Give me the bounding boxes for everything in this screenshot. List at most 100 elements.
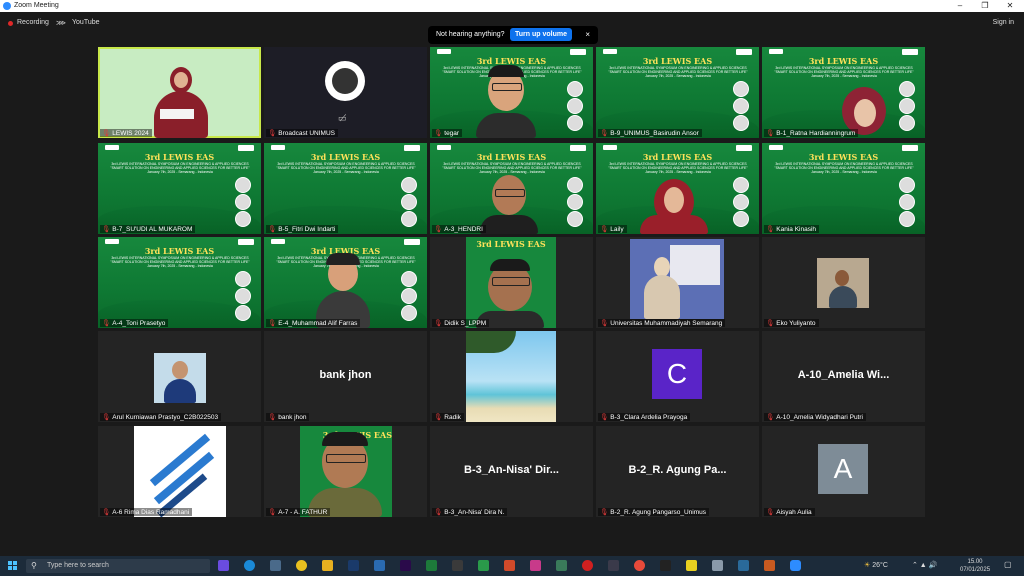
window-title: Zoom Meeting (14, 2, 59, 9)
notice-close-icon[interactable]: × (585, 30, 590, 39)
participant-name: 🎙 B-5_Fitri Dwi Indarti (266, 225, 339, 233)
file-explorer-icon[interactable] (322, 560, 333, 571)
video-grid: 🎙 LEWIS 2024 ▭̸ 🎙 Broadcast UNIMUS 3rd LEW… (98, 47, 926, 521)
youtube-label[interactable]: YouTube (72, 19, 100, 26)
app-icon[interactable] (270, 560, 281, 571)
app-icon[interactable] (374, 560, 385, 571)
edge-icon[interactable] (244, 560, 255, 571)
participant-name: 🎙 E-4_Muhammad Alif Farras (266, 319, 361, 327)
clock-date: 07/01/2025 (960, 567, 991, 573)
app-icon[interactable] (764, 560, 775, 571)
app-icon[interactable] (712, 560, 723, 571)
video-tile[interactable]: 3rd LEWIS EAS 3rd LEWIS INTERNATIONAL SY… (762, 47, 925, 138)
chrome-profile-icon[interactable] (634, 560, 645, 571)
taskbar-search-box[interactable]: ⚲ Type here to search (26, 559, 210, 573)
video-tile[interactable]: 3rd LEWIS EAS 3rd LEWIS INTERNATIONAL SY… (430, 143, 593, 234)
app-icon[interactable] (452, 560, 463, 571)
maximize-icon[interactable]: ❐ (975, 1, 995, 10)
mic-muted-icon: 🎙 (102, 226, 111, 233)
event-title: 3rd LEWIS EAS (144, 246, 215, 256)
video-tile[interactable]: C 🎙 B-3_Clara Ardelia Prayoga (596, 331, 759, 422)
weather-sun-icon: ☀ (864, 562, 871, 569)
participant-name: 🎙 A-3_HENDRI (432, 225, 486, 233)
video-tile[interactable]: bank jhon 🎙 bank jhon (264, 331, 427, 422)
photoshop-icon[interactable] (348, 560, 359, 571)
mic-muted-icon: 🎙 (268, 509, 277, 516)
video-tile[interactable]: 3rd LEWIS EAS 🎙A-7 - A. FATHUR (264, 426, 427, 517)
participant-name: 🎙 LEWIS 2024 (100, 129, 152, 137)
mic-muted-icon: 🎙 (600, 509, 609, 516)
video-tile[interactable]: A-10_Amelia Wi... 🎙 A-10_Amelia Widyadhar… (762, 331, 925, 422)
app-icon[interactable] (608, 560, 619, 571)
recording-dot-icon (8, 21, 13, 26)
video-tile[interactable]: 3rd LEWIS EAS 3rd LEWIS INTERNATIONAL SY… (264, 143, 427, 234)
event-banner-background: 3rd LEWIS EAS 3rd LEWIS INTERNATIONAL SY… (98, 237, 261, 328)
video-tile[interactable]: 🎙 Arul Kurniawan Prastyo_C2B022503 (98, 331, 261, 422)
window-titlebar: Zoom Meeting – ❐ ✕ (0, 0, 1024, 12)
participant-name: 🎙 Kania Kinasih (764, 225, 820, 233)
sticky-notes-icon[interactable] (686, 560, 697, 571)
app-icon[interactable] (556, 560, 567, 571)
app-icon[interactable] (738, 560, 749, 571)
mic-muted-icon: 🎙 (102, 130, 111, 137)
capcut-icon[interactable] (660, 560, 671, 571)
event-banner-background: 3rd LEWIS EAS 3rd LEWIS INTERNATIONAL SY… (762, 47, 925, 138)
premiere-icon[interactable] (400, 560, 411, 571)
mic-muted-icon: 🎙 (434, 130, 443, 137)
mic-muted-icon: 🎙 (268, 320, 277, 327)
excel-icon[interactable] (426, 560, 437, 571)
mic-muted-icon: 🎙 (766, 226, 775, 233)
video-tile[interactable]: 🎙 A-6 Rima Dias Ramadhani (98, 426, 261, 517)
video-tile[interactable]: 3rd LEWIS EAS 3rd LEWIS INTERNATIONAL SY… (596, 143, 759, 234)
video-tile[interactable]: 🎙 Universitas Muhammadiyah Semarang (596, 237, 759, 328)
participant-name: 🎙 Radik (432, 413, 464, 421)
glasses (492, 83, 522, 91)
weather-widget[interactable]: ☀ 26°C (864, 561, 888, 569)
event-title: 3rd LEWIS EAS (808, 152, 879, 162)
windows-start-icon[interactable] (8, 561, 18, 571)
windows-taskbar: ⚲ Type here to search ☀ 26°C ⌃ ▲ 🔊 15.00… (0, 556, 1024, 576)
notification-icon[interactable]: ▢ (1004, 560, 1012, 569)
event-title: 3rd LEWIS EAS (642, 152, 713, 162)
sign-in-link[interactable]: Sign in (993, 19, 1014, 26)
video-tile[interactable]: 3rd LEWIS EAS 3rd LEWIS INTERNATIONAL SY… (596, 47, 759, 138)
powerpoint-icon[interactable] (504, 560, 515, 571)
minimize-icon[interactable]: – (950, 1, 970, 10)
video-tile[interactable]: 🎙 Radik (430, 331, 593, 422)
event-subtitle: 3rd LEWIS INTERNATIONAL SYMPOSIUM ON ENG… (774, 66, 914, 78)
zoom-taskbar-icon[interactable] (790, 560, 801, 571)
recording-label[interactable]: Recording (17, 19, 49, 26)
chrome-icon[interactable] (296, 560, 307, 571)
video-tile[interactable]: 🎙 Eko Yuliyanto (762, 237, 925, 328)
palm-leaves (466, 331, 516, 353)
close-icon[interactable]: ✕ (1000, 1, 1020, 10)
event-title: 3rd LEWIS EAS (642, 56, 713, 66)
participant-name: 🎙 Broadcast UNIMUS (266, 129, 338, 137)
video-tile[interactable]: 3rd LEWIS EAS 3rd LEWIS INTERNATIONAL SY… (98, 143, 261, 234)
turn-up-volume-button[interactable]: Turn up volume (510, 28, 572, 41)
tray-icons[interactable]: ⌃ ▲ 🔊 (912, 561, 937, 569)
app-icon[interactable] (478, 560, 489, 571)
glasses (326, 454, 366, 463)
video-tile[interactable]: B-3_An-Nisa' Dir... 🎙 B-3_An-Nisa' Dira N… (430, 426, 593, 517)
mic-muted-icon: 🎙 (434, 226, 443, 233)
event-title: 3rd LEWIS EAS (144, 152, 215, 162)
opera-icon[interactable] (582, 560, 593, 571)
instagram-icon[interactable] (530, 560, 541, 571)
video-tile[interactable]: 3rd LEWIS EAS 3rd LEWIS INTERNATIONAL SY… (762, 143, 925, 234)
video-tile[interactable]: ▭̸ 🎙 Broadcast UNIMUS (264, 47, 427, 138)
video-tile[interactable]: 3rd LEWIS EAS 3rd LEWIS INTERNATIONAL SY… (264, 237, 427, 328)
video-tile[interactable]: 3rd LEWIS EAS 🎙 Didik S_LPPM (430, 237, 593, 328)
participant-name: 🎙 Didik S_LPPM (432, 319, 490, 327)
mic-muted-icon: 🎙 (600, 130, 609, 137)
video-tile[interactable]: 🎙 LEWIS 2024 (98, 47, 261, 138)
copilot-icon[interactable] (218, 560, 229, 571)
video-tile[interactable]: 3rd LEWIS EAS 3rd LEWIS INTERNATIONAL SY… (98, 237, 261, 328)
event-banner-background: 3rd LEWIS EAS 3rd LEWIS INTERNATIONAL SY… (264, 143, 427, 234)
participant-video (630, 239, 724, 319)
taskbar-clock[interactable]: 15.00 07/01/2025 (960, 558, 990, 574)
mic-muted-icon: 🎙 (102, 320, 111, 327)
video-tile[interactable]: A 🎙 Aisyah Aulia (762, 426, 925, 517)
video-tile[interactable]: 3rd LEWIS EAS 3rd LEWIS INTERNATIONAL SY… (430, 47, 593, 138)
video-tile[interactable]: B-2_R. Agung Pa... 🎙 B-2_R. Agung Pangars… (596, 426, 759, 517)
